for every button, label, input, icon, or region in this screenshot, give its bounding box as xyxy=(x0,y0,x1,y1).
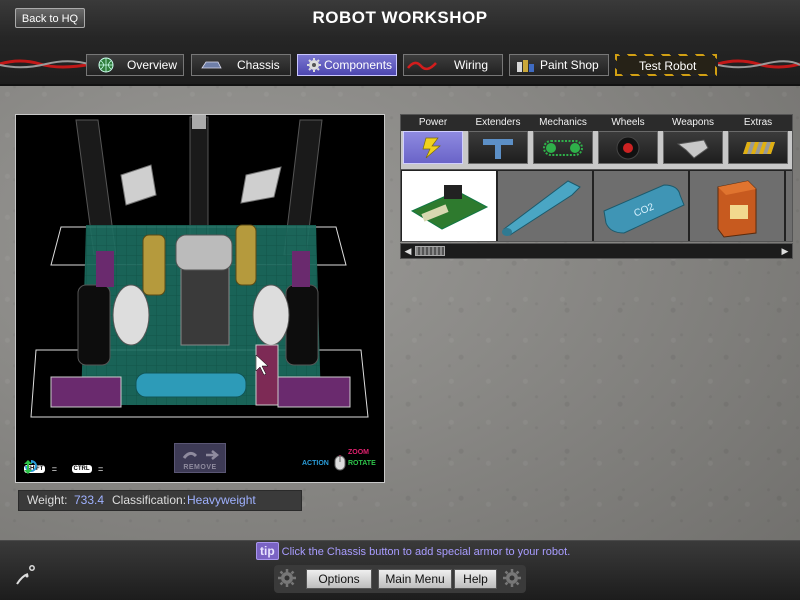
chassis-icon xyxy=(201,61,222,69)
remove-label: REMOVE xyxy=(183,464,217,471)
item-partial xyxy=(786,171,792,241)
category-label: Mechanics xyxy=(539,117,587,128)
tab-overview[interactable]: Overview xyxy=(86,54,184,76)
extras-icon xyxy=(743,142,775,154)
category-extras[interactable]: Extras xyxy=(726,115,790,169)
tab-label: Test Robot xyxy=(639,59,697,73)
category-mechanics[interactable]: Mechanics xyxy=(531,115,595,169)
circuit-board-icon xyxy=(410,185,489,230)
legend-equals: = xyxy=(97,463,104,474)
category-button[interactable] xyxy=(403,131,463,164)
category-label: Weapons xyxy=(671,117,715,128)
weight-value: 733.4 xyxy=(74,493,105,507)
blade-icon xyxy=(676,139,709,159)
scrollbar-thumb[interactable] xyxy=(415,246,445,256)
scroll-right-icon[interactable]: ▶ xyxy=(779,245,791,257)
classification-value: Heavyweight xyxy=(187,493,256,507)
tab-wiring[interactable]: Wiring xyxy=(403,54,503,76)
zoom-label: ZOOM xyxy=(348,449,369,456)
robot-3d-viewport[interactable]: SHIFT = CTRL = REMOVE ZOOM ACTION ROTATE xyxy=(15,114,385,483)
top-bar: Back to HQ ROBOT WORKSHOP Overview Chass… xyxy=(0,0,800,86)
category-button[interactable] xyxy=(663,131,723,164)
category-extenders[interactable]: Extenders xyxy=(466,115,530,169)
items-scrollbar[interactable]: ◀ ▶ xyxy=(400,243,793,259)
category-button[interactable] xyxy=(468,131,528,164)
tab-label: Chassis xyxy=(237,58,280,72)
tab-label: Paint Shop xyxy=(540,58,599,72)
tab-paint-shop[interactable]: Paint Shop xyxy=(509,54,609,76)
app-window: Back to HQ ROBOT WORKSHOP Overview Chass… xyxy=(0,0,800,600)
battery-box-icon xyxy=(717,180,757,238)
mouse-legend: ZOOM ACTION ROTATE xyxy=(302,449,382,473)
component-categories: Power Extenders Mechanics Wheels Weapons… xyxy=(400,114,793,170)
item-co2-tank[interactable]: CO2 xyxy=(594,171,688,241)
extender-icon xyxy=(483,139,513,159)
robot-model-icon xyxy=(30,115,369,418)
wire-icon xyxy=(407,61,437,71)
tip-text: Click the Chassis button to add special … xyxy=(281,546,571,558)
chain-icon xyxy=(543,140,583,156)
tab-components[interactable]: Components xyxy=(297,54,397,76)
remove-button[interactable]: REMOVE xyxy=(174,443,226,473)
category-weapons[interactable]: Weapons xyxy=(661,115,725,169)
control-legend: SHIFT = CTRL = xyxy=(24,460,105,474)
category-label: Extras xyxy=(743,117,773,128)
weight-status-bar: Weight: 733.4 Classification: Heavyweigh… xyxy=(18,490,302,511)
tab-chassis[interactable]: Chassis xyxy=(191,54,291,76)
item-blue-cylinder-tank[interactable] xyxy=(498,171,592,241)
category-label: Power xyxy=(418,117,448,128)
category-button[interactable] xyxy=(598,131,658,164)
tab-label: Overview xyxy=(127,58,178,72)
category-button[interactable] xyxy=(728,131,788,164)
paint-icon xyxy=(517,60,534,72)
tip-badge: tip xyxy=(256,542,279,560)
tab-test-robot[interactable]: Test Robot xyxy=(615,54,717,76)
classification-label: Classification: xyxy=(112,493,187,507)
tip-line: tip Click the Chassis button to add speci… xyxy=(256,542,571,560)
action-label: ACTION xyxy=(302,460,329,467)
top-bar-divider xyxy=(0,84,800,86)
rotate-label: ROTATE xyxy=(348,460,376,467)
gear-icon xyxy=(278,569,296,587)
component-items: CO2 xyxy=(400,169,793,242)
globe-icon xyxy=(98,57,114,73)
blue-cylinder-tank-icon xyxy=(502,180,581,236)
ctrl-key-label: CTRL xyxy=(71,464,92,473)
bottom-bar: tip Click the Chassis button to add speci… xyxy=(0,540,800,600)
legend-equals: = xyxy=(51,463,58,474)
help-button[interactable]: Help xyxy=(454,569,497,589)
vertical-move-icon xyxy=(24,460,32,474)
main-menu-button[interactable]: Main Menu xyxy=(378,569,452,589)
gear-icon xyxy=(307,58,321,72)
tab-label: Wiring xyxy=(454,58,489,72)
options-button[interactable]: Options xyxy=(306,569,372,589)
wheel-icon xyxy=(616,136,640,160)
weight-label: Weight: xyxy=(27,493,68,507)
co2-tank-icon: CO2 xyxy=(603,184,685,234)
logo-icon xyxy=(16,565,35,585)
scroll-left-icon[interactable]: ◀ xyxy=(402,245,414,257)
item-circuit-board[interactable] xyxy=(402,171,496,241)
wire-decoration-right-icon xyxy=(718,59,800,69)
category-power[interactable]: Power xyxy=(401,115,465,169)
category-wheels[interactable]: Wheels xyxy=(596,115,660,169)
category-label: Extenders xyxy=(475,117,521,128)
item-battery-box[interactable] xyxy=(690,171,784,241)
page-title: ROBOT WORKSHOP xyxy=(312,8,488,27)
category-button[interactable] xyxy=(533,131,593,164)
back-to-hq-button[interactable]: Back to HQ xyxy=(15,8,85,28)
mouse-icon xyxy=(334,455,346,471)
tab-label: Components xyxy=(324,58,393,72)
gear-icon xyxy=(503,569,521,587)
bottom-button-group: Options Main Menu Help xyxy=(274,565,526,593)
lightning-icon xyxy=(422,137,441,159)
category-label: Wheels xyxy=(611,117,645,128)
remove-icon xyxy=(182,450,220,460)
wire-decoration-left-icon xyxy=(0,59,92,69)
